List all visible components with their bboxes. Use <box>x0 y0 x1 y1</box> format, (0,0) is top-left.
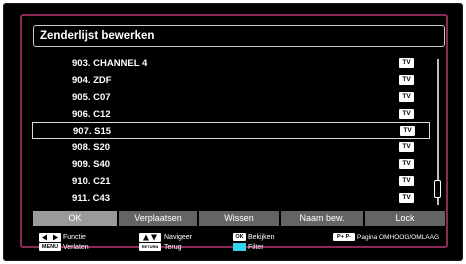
channel-name: 903. CHANNEL 4 <box>72 58 148 69</box>
tv-icon: TV <box>400 126 415 136</box>
tv-icon: TV <box>399 92 414 102</box>
tv-icon: TV <box>399 193 414 203</box>
channel-row[interactable]: 903. CHANNEL 4 TV <box>32 55 430 72</box>
channel-row[interactable]: 906. C12 TV <box>32 106 430 123</box>
page-title: Zenderlijst bewerken <box>33 25 445 47</box>
tv-icon: TV <box>399 75 414 85</box>
channel-name: 906. C12 <box>72 109 111 120</box>
channel-name: 904. ZDF <box>72 75 112 86</box>
tv-icon: TV <box>399 109 414 119</box>
channel-name: 909. S40 <box>72 159 111 170</box>
ok-button[interactable]: OK <box>33 211 117 226</box>
move-button[interactable]: Verplaatsen <box>119 211 197 226</box>
channel-row[interactable]: 909. S40 TV <box>32 156 430 173</box>
channel-name: 907. S15 <box>73 126 112 137</box>
delete-button[interactable]: Wissen <box>199 211 279 226</box>
channel-name: 905. C07 <box>72 92 111 103</box>
channel-row[interactable]: 908. S20 TV <box>32 139 430 156</box>
tv-icon: TV <box>399 176 414 186</box>
channel-row[interactable]: 911. C43 TV <box>32 190 430 207</box>
tv-icon: TV <box>399 159 414 169</box>
scrollbar-thumb[interactable] <box>434 180 441 198</box>
tv-icon: TV <box>399 58 414 68</box>
channel-name: 911. C43 <box>72 193 111 204</box>
channel-name: 908. S20 <box>72 142 111 153</box>
channel-row[interactable]: 904. ZDF TV <box>32 72 430 89</box>
channel-row[interactable]: 905. C07 TV <box>32 89 430 106</box>
channel-row-selected[interactable]: 907. S15 TV <box>32 122 430 139</box>
tv-icon: TV <box>399 142 414 152</box>
lock-button[interactable]: Lock <box>365 211 445 226</box>
channel-row[interactable]: 910. C21 TV <box>32 173 430 190</box>
rename-button[interactable]: Naam bew. <box>281 211 363 226</box>
action-bar: OK Verplaatsen Wissen Naam bew. Lock <box>33 211 445 226</box>
channel-name: 910. C21 <box>72 176 111 187</box>
